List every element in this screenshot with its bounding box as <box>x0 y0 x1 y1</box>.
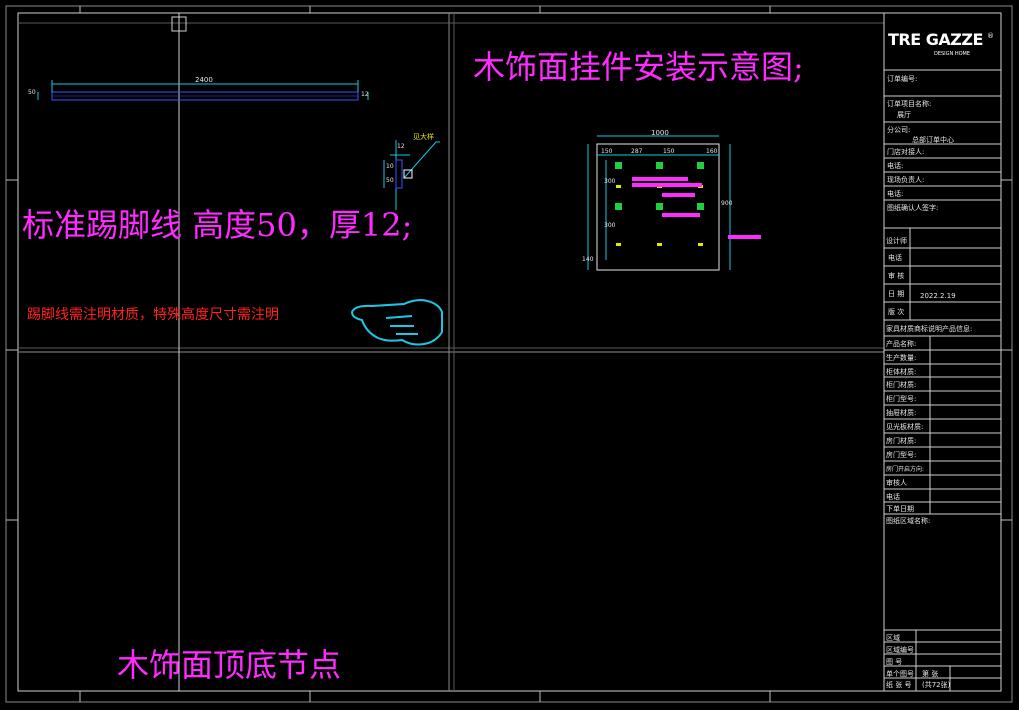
area-no-label: 区域编号 <box>886 646 914 654</box>
panel-dim-1: 150 <box>601 148 613 155</box>
store-contact-label: 门店对接人: <box>887 148 925 156</box>
date-value: 2022.2.19 <box>920 292 956 300</box>
project-label: 订单项目名称: <box>887 100 932 108</box>
section-tag: 见大样 <box>413 133 434 141</box>
designer-label: 设计师 <box>886 237 907 245</box>
phone3-label: 电话 <box>888 254 902 262</box>
brand-logo-sub: DESIGN HOME <box>934 51 971 57</box>
field-label: 见光板材质: <box>886 423 924 431</box>
section-dim-a: 12 <box>397 143 405 150</box>
branch-value: 总部订单中心 <box>912 136 954 144</box>
trademark-icon: ® <box>987 32 994 40</box>
field-label: 房门型号: <box>886 451 917 459</box>
field-label: 审核人 <box>886 479 907 487</box>
section-dim-b: 10 <box>386 163 394 170</box>
field-label: 下单日期 <box>886 505 914 513</box>
section-dim-c: 50 <box>386 177 394 184</box>
confirm-label: 图纸确认人签字: <box>887 204 939 212</box>
site-owner-label: 现场负责人: <box>887 176 925 184</box>
drawing-sheet <box>5 5 1013 703</box>
sheet-label: 第 张 <box>922 670 939 678</box>
drawing-no-label: 图 号 <box>886 658 903 666</box>
project-value: 展厅 <box>897 111 911 119</box>
field-label: 房门开启方向: <box>886 466 925 473</box>
field-label: 房门材质: <box>886 437 917 445</box>
note-skirting: 踢脚线需注明材质，特殊高度尺寸需注明 <box>27 307 279 323</box>
panel-dim-2: 287 <box>631 148 643 155</box>
panel-width-dim: 1000 <box>651 129 669 137</box>
version-label: 版 次 <box>888 308 905 316</box>
panel-left-dim-1: 300 <box>604 178 616 185</box>
reviewer-label: 审 核 <box>888 272 905 280</box>
paper-no-label: 纸 张 号 <box>886 681 912 689</box>
title-top-bottom: 木饰面顶底节点 <box>117 646 342 684</box>
title-skirting: 标准踢脚线 高度50，厚12; <box>22 206 413 244</box>
field-label: 生产数量: <box>886 354 917 362</box>
area-name-label: 图纸区域名称: <box>886 517 931 525</box>
info-header: 家具材质商标说明产品信息: <box>886 325 973 333</box>
field-label: 抽屉材质: <box>886 409 917 417</box>
field-label: 柜门材质: <box>886 381 917 389</box>
panel-height-dim: 900 <box>721 200 733 207</box>
pointing-hand-icon <box>350 298 443 346</box>
skirting-height-dim: 50 <box>28 89 36 96</box>
brand-logo: TRE GAZZE <box>888 30 983 49</box>
panel-bottom-dim: 140 <box>582 256 594 263</box>
area-label: 区域 <box>886 634 900 642</box>
skirting-length-dim: 2400 <box>195 76 213 84</box>
panel-dim-3: 150 <box>663 148 675 155</box>
order-no-label: 订单编号: <box>887 75 918 83</box>
field-label: 电话 <box>886 493 900 501</box>
title-hangers: 木饰面挂件安装示意图; <box>473 48 804 86</box>
date-label: 日 期 <box>888 290 905 298</box>
field-label: 柜体材质: <box>886 368 917 376</box>
panel-dim-4: 160 <box>706 148 718 155</box>
hanger-panel <box>587 135 761 271</box>
skirting-thick-dim: 12 <box>361 91 369 98</box>
field-label: 产品名称: <box>886 340 917 348</box>
field-label: 柜门型号: <box>886 395 917 403</box>
panel-left-dim-2: 300 <box>604 222 616 229</box>
phone2-label: 电话: <box>887 190 904 198</box>
single-sheet-label: 单个图号 <box>886 670 914 678</box>
cad-drawing-canvas[interactable]: 木饰面挂件安装示意图; 标准踢脚线 高度50，厚12; 踢脚线需注明材质，特殊高… <box>0 0 1019 710</box>
phone1-label: 电话: <box>887 162 904 170</box>
branch-label: 分公司: <box>887 126 911 134</box>
border-ticks <box>6 6 1012 702</box>
outer-border <box>5 5 1013 703</box>
total-label: (共72张) <box>922 681 951 689</box>
